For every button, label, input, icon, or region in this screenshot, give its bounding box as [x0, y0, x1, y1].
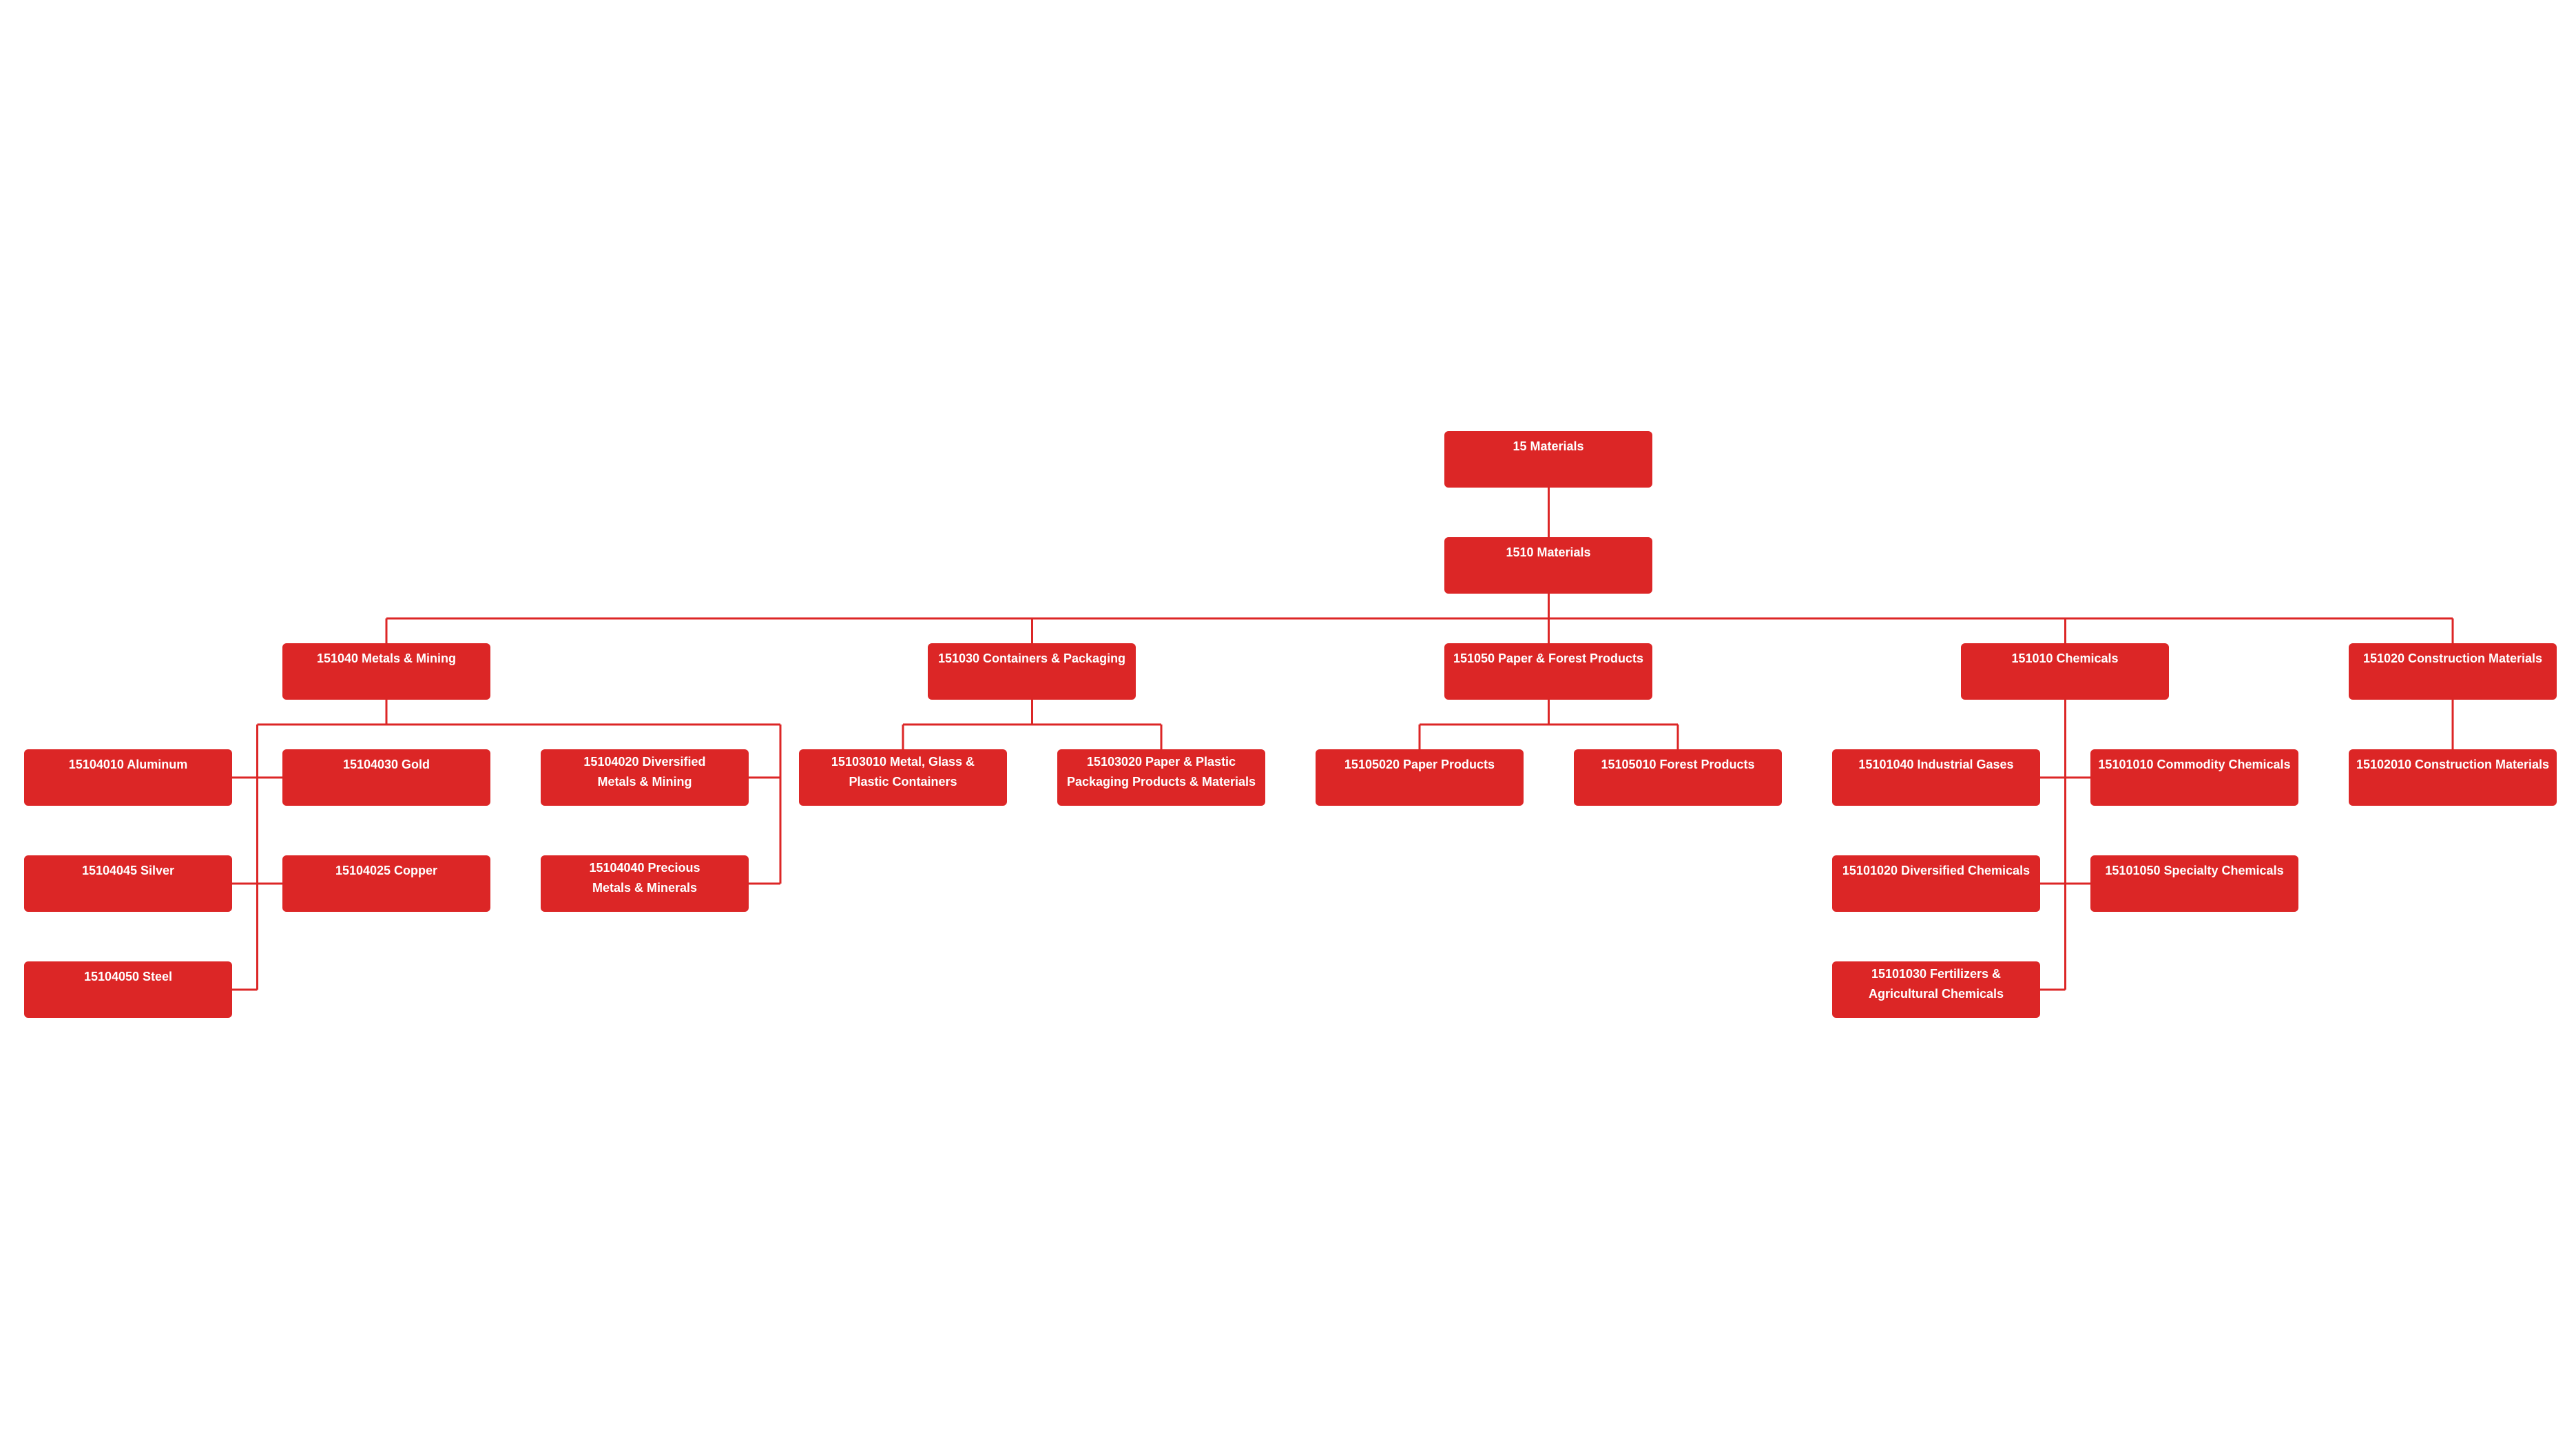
connector-metals: [232, 700, 782, 991]
node-silver[interactable]: 15104045 Silver: [24, 855, 232, 912]
node-forest-products[interactable]: 15105010 Forest Products: [1574, 749, 1782, 806]
node-construction-materials[interactable]: 151020 Construction Materials: [2349, 643, 2557, 700]
node-construction-materials-sub[interactable]: 15102010 Construction Materials: [2349, 749, 2557, 806]
connector-paper: [1418, 700, 1679, 749]
node-copper[interactable]: 15104025 Copper: [282, 855, 490, 912]
node-containers-packaging[interactable]: 151030 Containers & Packaging: [928, 643, 1136, 700]
connector-lines: [232, 488, 2454, 991]
node-chemicals[interactable]: 151010 Chemicals: [1961, 643, 2169, 700]
node-diversified-metals-mining[interactable]: 15104020 Diversified Metals & Mining: [541, 749, 749, 806]
node-steel[interactable]: 15104050 Steel: [24, 961, 232, 1018]
node-paper-products[interactable]: 15105020 Paper Products: [1316, 749, 1524, 806]
node-diversified-chemicals[interactable]: 15101020 Diversified Chemicals: [1832, 855, 2040, 912]
node-gold[interactable]: 15104030 Gold: [282, 749, 490, 806]
node-commodity-chemicals[interactable]: 15101010 Commodity Chemicals: [2090, 749, 2298, 806]
connector-containers: [902, 700, 1163, 749]
node-metal-glass-plastic-containers[interactable]: 15103010 Metal, Glass & Plastic Containe…: [799, 749, 1007, 806]
node-paper-forest-products[interactable]: 151050 Paper & Forest Products: [1444, 643, 1652, 700]
node-metals-mining[interactable]: 151040 Metals & Mining: [282, 643, 490, 700]
node-specialty-chemicals[interactable]: 15101050 Specialty Chemicals: [2090, 855, 2298, 912]
connector-group-bus: [385, 594, 2454, 643]
node-fertilizers-agricultural-chemicals[interactable]: 15101030 Fertilizers & Agricultural Chem…: [1832, 961, 2040, 1018]
node-aluminum[interactable]: 15104010 Aluminum: [24, 749, 232, 806]
node-industry-group-materials[interactable]: 1510 Materials: [1444, 537, 1652, 594]
node-industrial-gases[interactable]: 15101040 Industrial Gases: [1832, 749, 2040, 806]
node-precious-metals-minerals[interactable]: 15104040 Precious Metals & Minerals: [541, 855, 749, 912]
connector-chemicals: [2040, 700, 2090, 991]
node-sector-materials[interactable]: 15 Materials: [1444, 431, 1652, 488]
node-paper-plastic-packaging[interactable]: 15103020 Paper & Plastic Packaging Produ…: [1057, 749, 1265, 806]
